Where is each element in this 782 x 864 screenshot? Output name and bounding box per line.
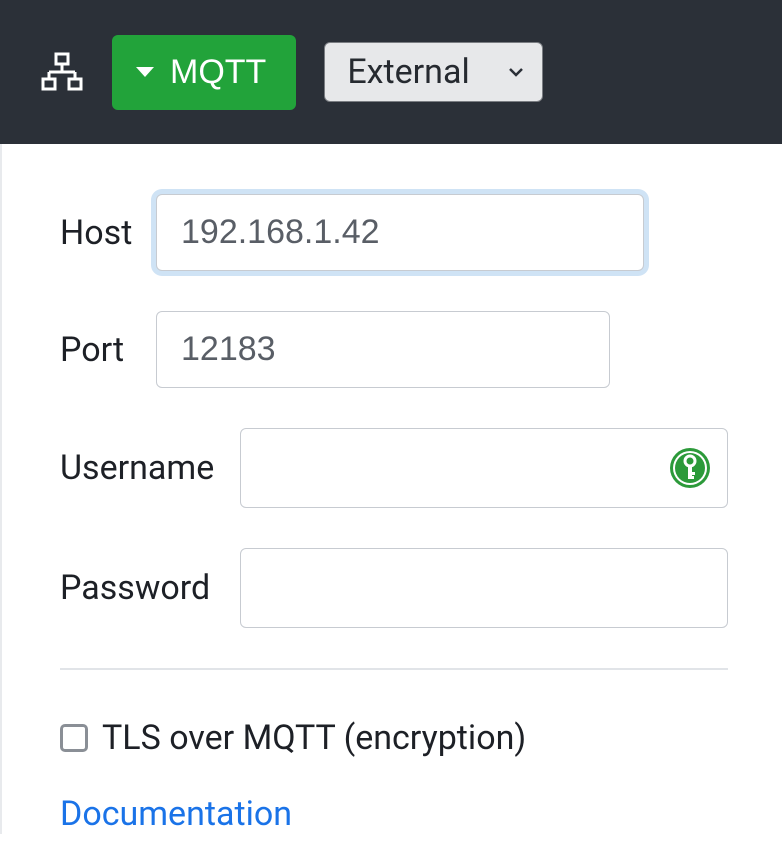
password-input[interactable]: [240, 548, 728, 628]
network-icon: [40, 52, 84, 92]
password-field-wrap: [240, 548, 728, 628]
form-panel: Host Port Username Password: [0, 144, 782, 834]
key-icon[interactable]: [668, 446, 712, 490]
port-input[interactable]: [156, 311, 610, 388]
tls-row: TLS over MQTT (encryption): [60, 718, 728, 758]
host-label: Host: [60, 213, 156, 253]
username-input[interactable]: [240, 428, 728, 508]
username-field-wrap: [240, 428, 728, 508]
port-row: Port: [60, 311, 728, 388]
protocol-dropdown-button[interactable]: MQTT: [112, 35, 296, 110]
scope-select[interactable]: External: [324, 42, 542, 102]
tls-checkbox[interactable]: [60, 724, 88, 752]
password-row: Password: [60, 548, 728, 628]
username-label: Username: [60, 448, 240, 488]
scope-select-value: External: [347, 52, 469, 92]
chevron-down-icon: [508, 64, 524, 80]
divider: [60, 668, 728, 670]
caret-down-icon: [136, 67, 154, 77]
protocol-label: MQTT: [170, 53, 266, 92]
password-label: Password: [60, 568, 240, 608]
host-row: Host: [60, 194, 728, 271]
topbar: MQTT External: [0, 0, 782, 144]
username-row: Username: [60, 428, 728, 508]
host-input[interactable]: [156, 194, 644, 271]
port-label: Port: [60, 330, 156, 370]
tls-label: TLS over MQTT (encryption): [102, 718, 526, 758]
documentation-link[interactable]: Documentation: [60, 794, 292, 834]
